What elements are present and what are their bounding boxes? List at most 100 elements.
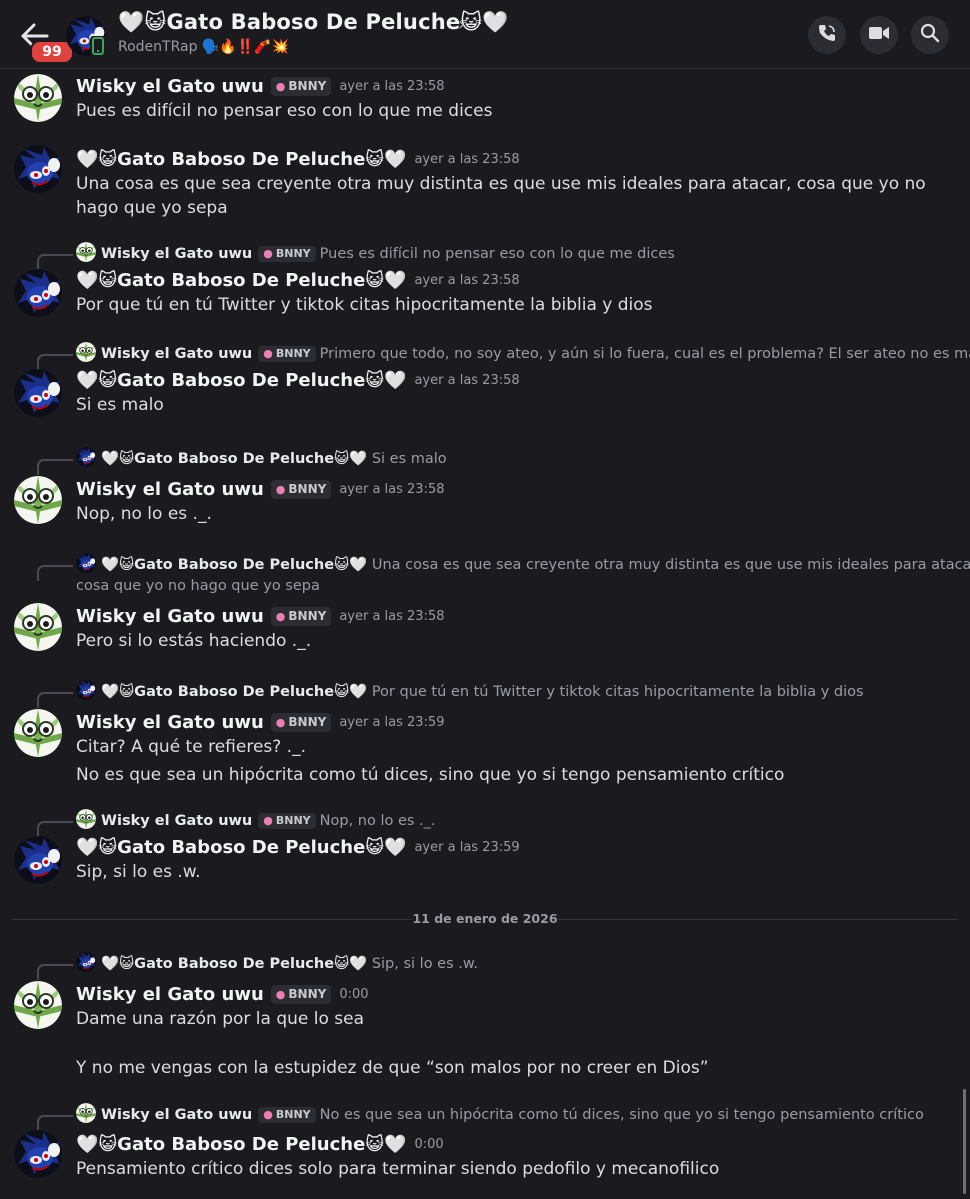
server-tag: ● BNNY — [270, 712, 332, 732]
message-text: No es que sea un hipócrita como tú dices… — [76, 765, 785, 785]
avatar[interactable] — [14, 145, 62, 193]
server-tag: ● BNNY — [258, 1106, 316, 1123]
avatar[interactable] — [14, 836, 62, 884]
reply-author: 🤍😺Gato Baboso De Peluche😺🤍 — [101, 956, 368, 972]
reply-preview[interactable]: Wisky el Gato uwu ● BNNY Primero que todo, … — [76, 342, 970, 366]
server-tag: ● BNNY — [258, 245, 316, 262]
avatar[interactable] — [14, 603, 62, 651]
message-text: Una cosa es que sea creyente otra muy di… — [76, 174, 926, 218]
avatar — [76, 809, 96, 829]
server-tag: ● BNNY — [270, 76, 332, 96]
pill-icon: ● — [275, 482, 286, 496]
message-text: Pues es difícil no pensar eso con lo que… — [76, 101, 493, 121]
avatar[interactable] — [14, 74, 62, 122]
video-camera-icon — [868, 25, 890, 45]
timestamp: ayer a las 23:58 — [339, 608, 445, 624]
server-tag: ● BNNY — [270, 984, 332, 1004]
reply-author: Wisky el Gato uwu — [101, 1107, 253, 1123]
reply-preview[interactable]: 🤍😺Gato Baboso De Peluche😺🤍 Una cosa es q… — [76, 553, 970, 577]
reply-text: Primero que todo, no soy ateo, y aún si … — [319, 346, 970, 362]
pill-icon: ● — [275, 79, 286, 93]
reply-text: Si es malo — [371, 451, 447, 467]
reply-preview[interactable]: Wisky el Gato uwu ● BNNY Nop, no lo es ._. — [76, 809, 961, 833]
timestamp: ayer a las 23:58 — [414, 372, 520, 388]
pill-icon: ● — [275, 715, 286, 729]
message-text: Pero si lo estás haciendo ._. — [76, 631, 312, 651]
message-text: Y no me vengas con la estupidez de que “… — [76, 1058, 709, 1078]
pill-icon: ● — [263, 347, 273, 360]
author-name[interactable]: Wisky el Gato uwu — [76, 479, 264, 500]
message-list[interactable]: Wisky el Gato uwu ● BNNY ayer a las 23:58… — [0, 69, 970, 1199]
reply-connector — [37, 1115, 73, 1131]
avatar[interactable] — [14, 709, 62, 757]
pill-icon: ● — [275, 987, 286, 1001]
message-text: Si es malo — [76, 395, 164, 415]
reply-author: Wisky el Gato uwu — [101, 346, 253, 362]
search-button[interactable] — [911, 16, 949, 54]
avatar[interactable] — [14, 1130, 62, 1178]
user-status-text: RodenTRap 🗣️🔥‼️🧨💥 — [118, 39, 290, 55]
author-name[interactable]: 🤍😺Gato Baboso De Peluche😺🤍 — [76, 270, 406, 291]
author-name[interactable]: Wisky el Gato uwu — [76, 606, 264, 627]
chevron-right-icon[interactable]: › — [458, 14, 465, 35]
reply-preview[interactable]: Wisky el Gato uwu ● BNNY Pues es difícil no… — [76, 242, 961, 266]
reply-connector — [37, 821, 73, 837]
avatar — [76, 952, 96, 972]
author-name[interactable]: 🤍😺Gato Baboso De Peluche😺🤍 — [76, 149, 406, 170]
avatar — [76, 680, 96, 700]
avatar — [76, 1103, 96, 1123]
phone-call-button[interactable] — [808, 16, 846, 54]
message-text: Nop, no lo es ._. — [76, 504, 212, 524]
reply-text: Sip, si lo es .w. — [371, 956, 479, 972]
timestamp: ayer a las 23:58 — [414, 272, 520, 288]
reply-author: Wisky el Gato uwu — [101, 813, 253, 829]
message-text: Dame una razón por la que lo sea — [76, 1009, 365, 1029]
reply-author: Wisky el Gato uwu — [101, 246, 253, 262]
reply-connector — [37, 964, 73, 980]
avatar — [76, 342, 96, 362]
reply-preview[interactable]: 🤍😺Gato Baboso De Peluche😺🤍 Si es malo — [76, 447, 961, 471]
reply-text: Pues es difícil no pensar eso con lo que… — [319, 246, 675, 262]
reply-preview[interactable]: 🤍😺Gato Baboso De Peluche😺🤍 Sip, si lo es… — [76, 952, 961, 976]
reply-connector — [37, 692, 73, 708]
page-title[interactable]: 🤍😺Gato Baboso De Peluche😺🤍 — [118, 10, 509, 35]
video-call-button[interactable] — [860, 16, 898, 54]
timestamp: ayer a las 23:58 — [339, 78, 445, 94]
reply-author: 🤍😺Gato Baboso De Peluche😺🤍 — [101, 451, 368, 467]
avatar — [76, 553, 96, 573]
author-name[interactable]: Wisky el Gato uwu — [76, 984, 264, 1005]
avatar[interactable] — [14, 369, 62, 417]
author-name[interactable]: 🤍😺Gato Baboso De Peluche😺🤍 — [76, 370, 406, 391]
author-name[interactable]: 🤍😺Gato Baboso De Peluche😺🤍 — [76, 1134, 406, 1155]
pill-icon: ● — [275, 609, 286, 623]
server-tag: ● BNNY — [258, 345, 316, 362]
reply-text: No es que sea un hipócrita como tú dices… — [319, 1107, 924, 1123]
author-name[interactable]: Wisky el Gato uwu — [76, 712, 264, 733]
reply-text-continued: cosa que yo no hago que yo sepa — [76, 578, 320, 594]
pill-icon: ● — [263, 1108, 273, 1121]
mobile-status-icon — [90, 36, 106, 56]
reply-text: Una cosa es que sea creyente otra muy di… — [371, 557, 970, 573]
reply-author: 🤍😺Gato Baboso De Peluche😺🤍 — [101, 557, 368, 573]
pill-icon: ● — [263, 814, 273, 827]
message-text: Citar? A qué te refieres? ._. — [76, 737, 306, 757]
search-icon — [920, 23, 940, 47]
timestamp: ayer a las 23:59 — [414, 839, 520, 855]
pill-icon: ● — [263, 247, 273, 260]
channel-header: 99 🤍😺Gato Baboso De Peluche😺🤍 › RodenTRa… — [0, 0, 970, 69]
author-name[interactable]: 🤍😺Gato Baboso De Peluche😺🤍 — [76, 837, 406, 858]
reply-author: 🤍😺Gato Baboso De Peluche😺🤍 — [101, 684, 368, 700]
reply-connector — [37, 565, 73, 581]
author-name[interactable]: Wisky el Gato uwu — [76, 76, 264, 97]
message-text: Por que tú en tú Twitter y tiktok citas … — [76, 295, 653, 315]
reply-preview[interactable]: 🤍😺Gato Baboso De Peluche😺🤍 Por que tú en… — [76, 680, 961, 704]
date-divider-label: 11 de enero de 2026 — [412, 911, 558, 926]
avatar[interactable] — [14, 269, 62, 317]
reply-preview[interactable]: Wisky el Gato uwu ● BNNY No es que sea un h… — [76, 1103, 961, 1127]
scrollbar[interactable] — [963, 1089, 966, 1194]
timestamp: ayer a las 23:59 — [339, 714, 445, 730]
avatar — [76, 242, 96, 262]
timestamp: 0:00 — [339, 986, 369, 1002]
avatar[interactable] — [14, 476, 62, 524]
avatar[interactable] — [14, 981, 62, 1029]
